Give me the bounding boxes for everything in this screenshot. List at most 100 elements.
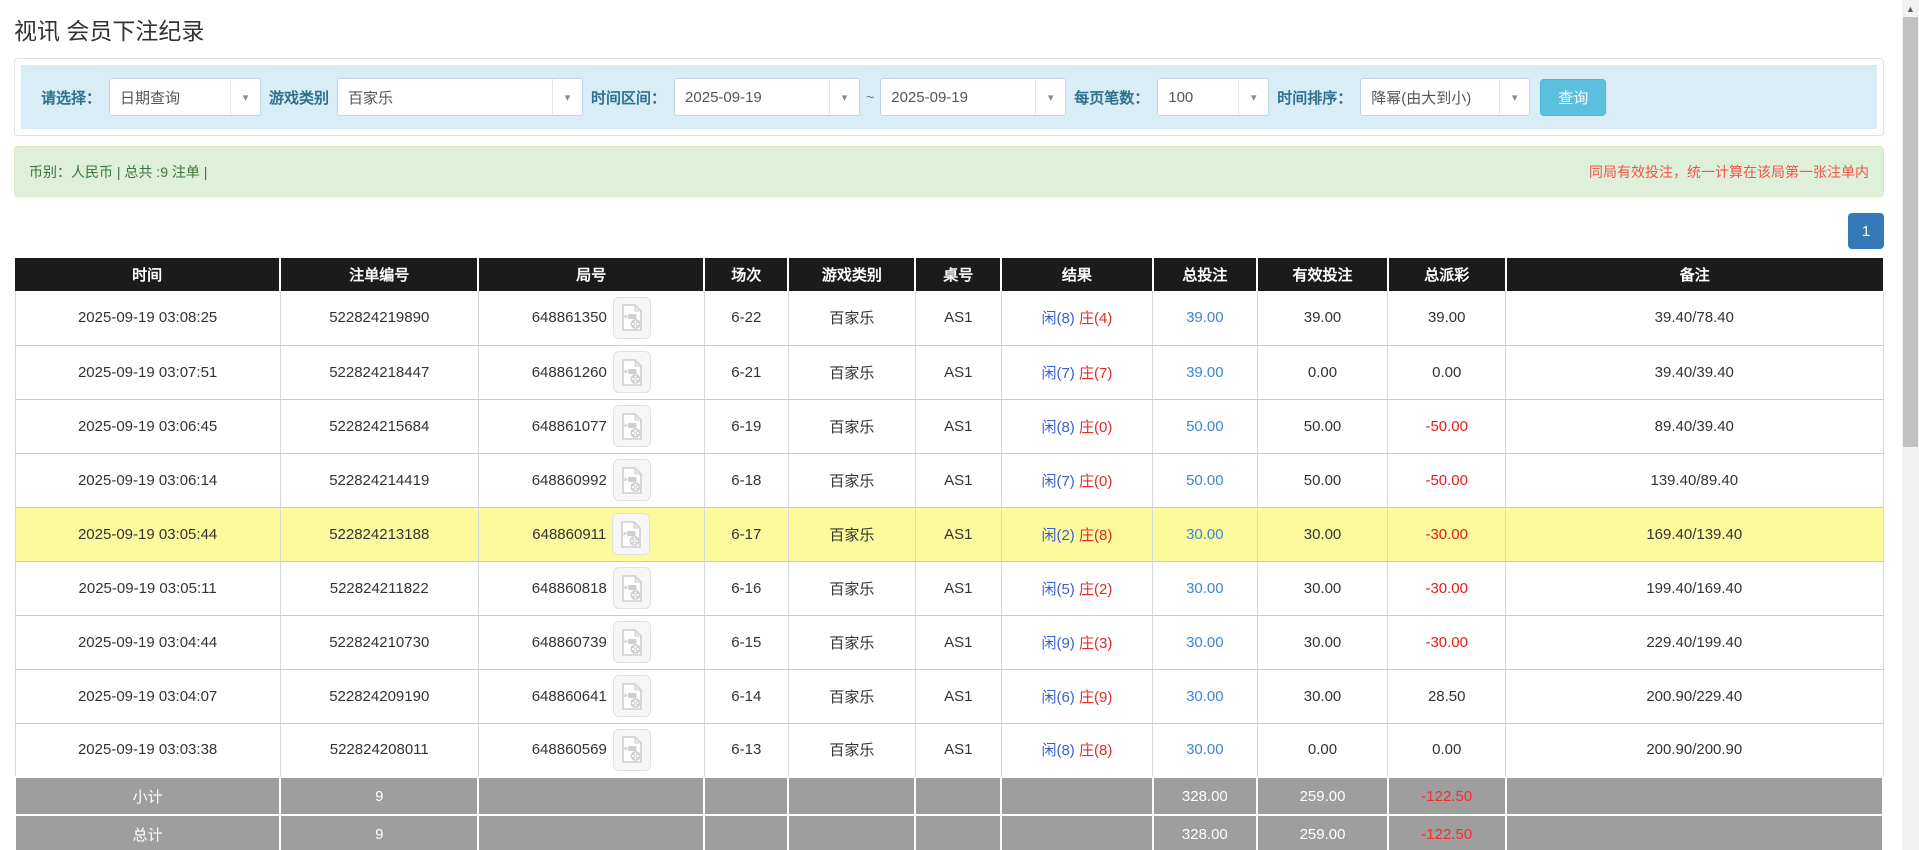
cell-table-no: AS1 bbox=[915, 345, 1002, 400]
cell-round-id: 648861350 bbox=[478, 291, 705, 346]
cell-note: 229.40/199.40 bbox=[1505, 615, 1884, 670]
cell-round-id: 648860992 bbox=[478, 453, 705, 508]
total-row-note bbox=[1504, 814, 1885, 850]
round-id-text: 648860818 bbox=[531, 579, 607, 597]
total-bet-link[interactable]: 50.00 bbox=[1186, 472, 1224, 489]
cell-payout: 39.00 bbox=[1387, 291, 1507, 346]
search-button[interactable]: 查询 bbox=[1540, 78, 1607, 116]
page-1-button[interactable]: 1 bbox=[1848, 213, 1884, 249]
total-bet-link[interactable]: 30.00 bbox=[1186, 741, 1224, 758]
total-row-empty bbox=[787, 814, 917, 850]
video-replay-button[interactable] bbox=[612, 567, 651, 609]
column-header-table-no: 桌号 bbox=[915, 258, 1003, 291]
cell-round-id: 648861077 bbox=[478, 399, 705, 454]
cell-valid-bet: 30.00 bbox=[1257, 561, 1389, 616]
cell-payout: -30.00 bbox=[1387, 615, 1507, 670]
time-sort-select[interactable]: 降幂(由大到小) ▾ bbox=[1360, 78, 1531, 116]
total-bet-link[interactable]: 30.00 bbox=[1186, 580, 1224, 597]
scrollbar-thumb[interactable] bbox=[1903, 17, 1918, 447]
cell-game-type: 百家乐 bbox=[788, 345, 916, 400]
cell-note: 200.90/200.90 bbox=[1505, 723, 1884, 778]
video-replay-button[interactable] bbox=[612, 296, 651, 339]
result-player: 闲(7) bbox=[1041, 364, 1075, 382]
cell-time: 2025-09-19 03:03:38 bbox=[14, 723, 281, 778]
column-header-result: 结果 bbox=[1001, 258, 1154, 291]
cell-time: 2025-09-19 03:04:44 bbox=[14, 615, 281, 670]
cell-valid-bet: 0.00 bbox=[1257, 345, 1389, 400]
cell-result: 闲(2) 庄(8) bbox=[1001, 507, 1154, 562]
cell-table-no: AS1 bbox=[915, 723, 1002, 778]
table-row: 2025-09-19 03:04:44 522824210730 648860739… bbox=[14, 615, 1884, 670]
summary-notice: 同局有效投注，统一计算在该局第一张注单内 bbox=[1589, 163, 1869, 180]
total-bet-link[interactable]: 39.00 bbox=[1186, 309, 1224, 326]
chevron-down-icon: ▾ bbox=[552, 79, 582, 115]
cell-payout: 0.00 bbox=[1387, 345, 1507, 400]
round-id-text: 648860911 bbox=[532, 525, 607, 543]
cell-result: 闲(8) 庄(4) bbox=[1001, 291, 1154, 346]
column-header-game-type: 游戏类别 bbox=[788, 258, 917, 291]
total-bet-link[interactable]: 30.00 bbox=[1186, 526, 1224, 543]
total-bet-link[interactable]: 30.00 bbox=[1186, 688, 1224, 705]
cell-bet-id: 522824213188 bbox=[280, 507, 479, 562]
round-id-group: 648861350 bbox=[483, 296, 700, 339]
cell-note: 169.40/139.40 bbox=[1505, 507, 1884, 562]
scroll-up-icon[interactable]: ▲ bbox=[1902, 0, 1919, 17]
video-replay-button[interactable] bbox=[612, 459, 651, 501]
video-replay-button[interactable] bbox=[612, 513, 651, 555]
cell-session: 6-21 bbox=[704, 345, 789, 400]
subtotal-row-total-bet: 328.00 bbox=[1151, 776, 1259, 816]
game-type-value: 百家乐 bbox=[348, 89, 394, 107]
subtotal-row-valid-bet: 259.00 bbox=[1256, 776, 1389, 816]
cell-payout: 28.50 bbox=[1387, 669, 1507, 724]
cell-valid-bet: 0.00 bbox=[1257, 723, 1389, 778]
result-banker: 庄(2) bbox=[1078, 580, 1113, 598]
cell-valid-bet: 50.00 bbox=[1257, 399, 1389, 454]
cell-table-no: AS1 bbox=[915, 453, 1002, 508]
column-header-bet-id: 注单编号 bbox=[280, 258, 480, 291]
total-bet-link[interactable]: 50.00 bbox=[1186, 418, 1224, 435]
video-replay-button[interactable] bbox=[612, 728, 651, 771]
result-banker: 庄(8) bbox=[1078, 742, 1113, 760]
vertical-scrollbar[interactable]: ▲ bbox=[1902, 0, 1919, 850]
cell-session: 6-13 bbox=[704, 723, 789, 778]
video-replay-button[interactable] bbox=[612, 621, 651, 663]
video-replay-button[interactable] bbox=[612, 675, 651, 717]
column-header-valid-bet: 有效投注 bbox=[1257, 258, 1389, 291]
cell-session: 6-22 bbox=[704, 291, 789, 346]
total-row-empty bbox=[477, 814, 706, 850]
game-type-select[interactable]: 百家乐 ▾ bbox=[337, 78, 584, 116]
total-row-label: 总计 bbox=[13, 814, 282, 850]
filter-bar: 请选择： 日期查询 ▾ 游戏类别 百家乐 ▾ 时间区间： 2025-09-19 … bbox=[21, 65, 1877, 129]
cell-valid-bet: 30.00 bbox=[1257, 615, 1389, 670]
cell-time: 2025-09-19 03:08:25 bbox=[14, 291, 281, 346]
query-mode-value: 日期查询 bbox=[120, 89, 181, 107]
cell-valid-bet: 30.00 bbox=[1257, 669, 1389, 724]
video-record-icon bbox=[621, 466, 643, 494]
cell-time: 2025-09-19 03:07:51 bbox=[14, 345, 281, 400]
betting-records-page: 视讯 会员下注纪录 请选择： 日期查询 ▾ 游戏类别 百家乐 ▾ 时间区间： 2… bbox=[0, 12, 1902, 850]
date-from-select[interactable]: 2025-09-19 ▾ bbox=[674, 78, 861, 116]
video-record-icon bbox=[621, 304, 643, 332]
cell-note: 199.40/169.40 bbox=[1505, 561, 1884, 616]
cell-session: 6-16 bbox=[704, 561, 789, 616]
total-bet-link[interactable]: 30.00 bbox=[1186, 634, 1224, 651]
date-to-select[interactable]: 2025-09-19 ▾ bbox=[880, 78, 1067, 116]
video-replay-button[interactable] bbox=[612, 351, 651, 393]
cell-total-bet: 50.00 bbox=[1152, 453, 1258, 508]
table-header-row: 时间 注单编号 局号 场次 游戏类别 桌号 结果 总投注 有效投注 总派彩 备注 bbox=[15, 258, 1883, 291]
page-title: 视讯 会员下注纪录 bbox=[14, 18, 205, 44]
cell-table-no: AS1 bbox=[915, 291, 1002, 346]
total-bet-link[interactable]: 39.00 bbox=[1186, 364, 1224, 381]
cell-game-type: 百家乐 bbox=[788, 669, 916, 724]
table-row: 2025-09-19 03:08:25 522824219890 648861350… bbox=[14, 291, 1884, 346]
per-page-select[interactable]: 100 ▾ bbox=[1157, 78, 1270, 116]
cell-table-no: AS1 bbox=[915, 561, 1002, 616]
result-player: 闲(7) bbox=[1041, 472, 1075, 490]
cell-result: 闲(7) 庄(7) bbox=[1001, 345, 1154, 400]
query-mode-select[interactable]: 日期查询 ▾ bbox=[109, 78, 262, 116]
date-to-value: 2025-09-19 bbox=[891, 88, 968, 106]
video-record-icon bbox=[621, 358, 643, 386]
video-replay-button[interactable] bbox=[612, 405, 651, 447]
cell-session: 6-15 bbox=[704, 615, 789, 670]
time-range-label: 时间区间： bbox=[591, 89, 667, 107]
